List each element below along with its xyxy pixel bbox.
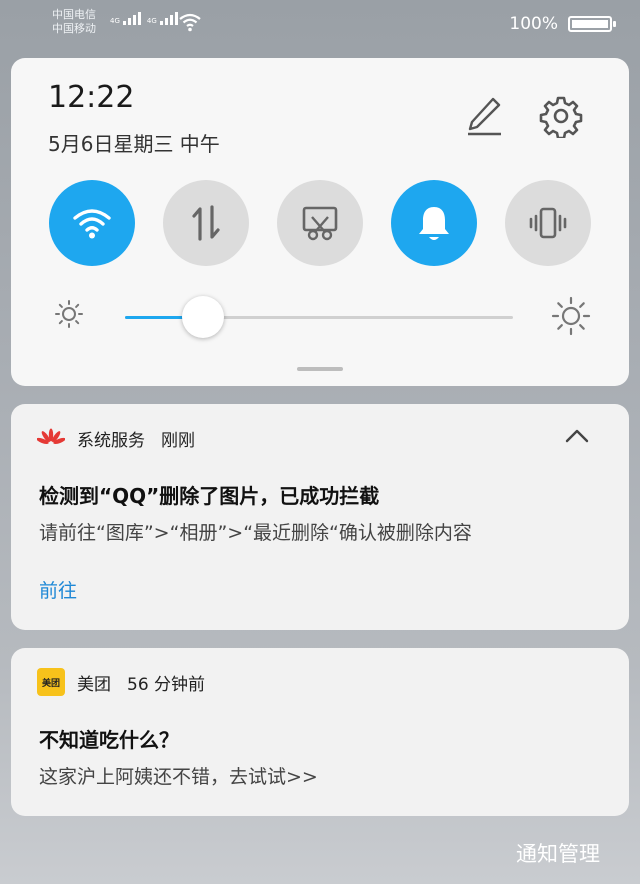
signal-indicators: 4G 4G [110,12,178,25]
vibrate-toggle[interactable] [505,180,591,266]
chevron-up-icon[interactable] [565,428,589,444]
notification-manage-button[interactable]: 通知管理 [516,838,600,868]
carrier-1: 中国电信 [52,8,96,21]
wifi-toggle[interactable] [49,180,135,266]
screenshot-icon [302,206,338,241]
notification-title: 不知道吃什么？ [39,728,179,752]
quick-settings-panel: 12:22 5月6日星期三 中午 [11,58,629,386]
clock-time: 12:22 [48,80,135,115]
battery-icon [568,16,616,32]
signal-1-icon: 4G [110,12,141,25]
brightness-high-icon [551,296,591,336]
brightness-low-icon [55,300,83,328]
app-name: 美团 [77,674,111,695]
huawei-logo-icon [37,428,65,444]
clock-date: 5月6日星期三 中午 [48,132,220,156]
notification-card-meituan[interactable]: 美团 美团 56 分钟前 不知道吃什么？ 这家沪上阿姨还不错，去试试>> [11,648,629,816]
notification-sound-toggle[interactable] [391,180,477,266]
notification-time: 刚刚 [161,431,195,451]
notification-header: 美团 美团 56 分钟前 [37,668,205,696]
go-action-button[interactable]: 前往 [39,576,77,603]
status-bar: 中国电信 中国移动 4G 4G 100% [0,0,640,50]
bell-icon [419,207,449,240]
notification-header: 系统服务 刚刚 [37,426,195,451]
battery-percent: 100% [509,14,558,34]
mobile-data-toggle[interactable] [163,180,249,266]
vibrate-icon [529,207,567,239]
app-name: 系统服务 [77,431,145,451]
notification-body: 请前往“图库”>“相册”>“最近删除“确认被删除内容 [39,522,472,544]
data-transfer-icon [192,205,220,241]
panel-drag-handle[interactable] [297,367,343,371]
notification-card-system[interactable]: 系统服务 刚刚 检测到“QQ”删除了图片，已成功拦截 请前往“图库”>“相册”>… [11,404,629,630]
brightness-slider-thumb[interactable] [181,296,224,338]
brightness-slider[interactable] [125,296,513,338]
carrier-2: 中国移动 [52,22,96,35]
screenshot-toggle[interactable] [277,180,363,266]
notification-body: 这家沪上阿姨还不错，去试试>> [39,766,318,788]
wifi-icon [73,209,111,239]
meituan-logo-icon: 美团 [37,668,65,696]
edit-icon[interactable] [463,94,505,136]
signal-2-icon: 4G [147,12,178,25]
wifi-status-icon [179,13,201,32]
carrier-info: 中国电信 中国移动 [52,8,96,36]
notification-time: 56 分钟前 [127,674,206,695]
notification-title: 检测到“QQ”删除了图片，已成功拦截 [39,484,380,508]
gear-icon[interactable] [539,94,583,138]
